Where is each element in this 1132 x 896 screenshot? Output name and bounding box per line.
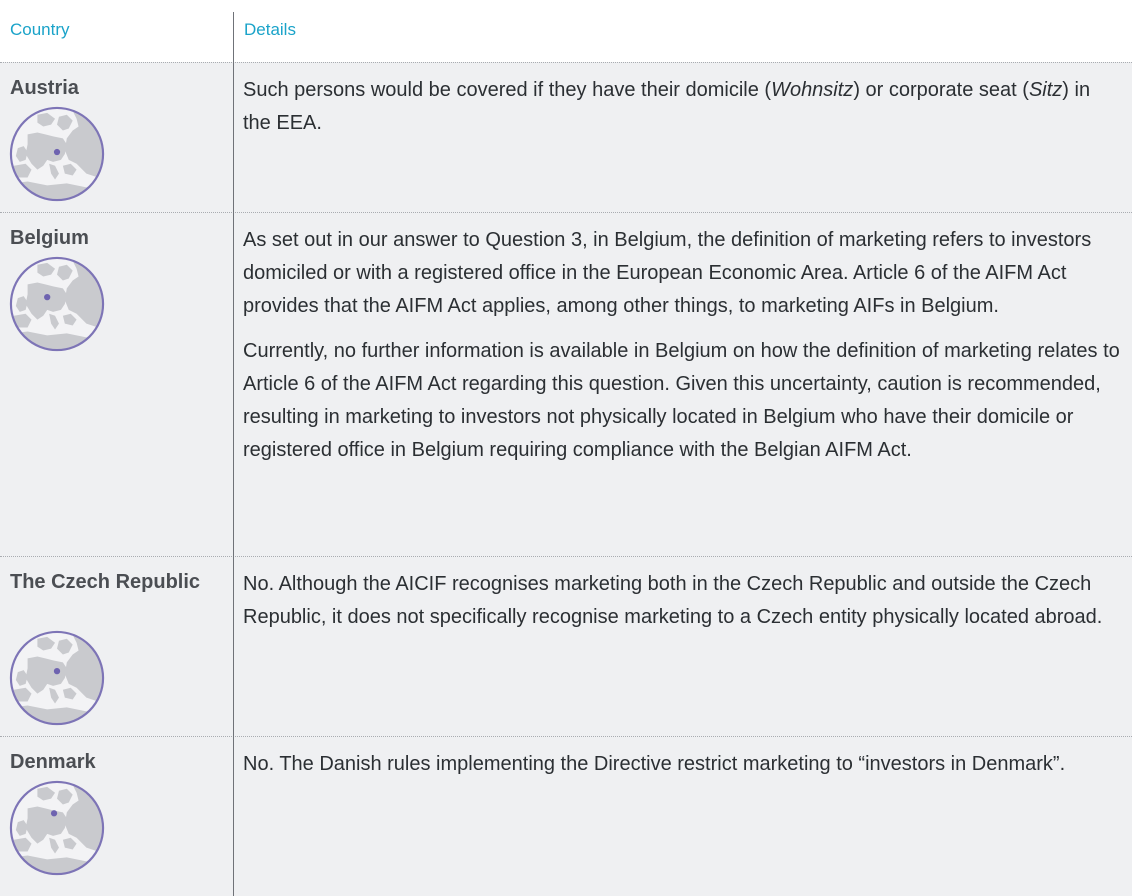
table-row-czech-republic: The Czech Republic No. Although the AICI… (0, 556, 1132, 736)
location-marker (53, 668, 61, 675)
table-header: Country Details (0, 0, 1132, 62)
country-name: Austria (10, 77, 79, 99)
location-marker (50, 810, 58, 817)
country-name: Belgium (10, 227, 89, 249)
details-paragraph: As set out in our answer to Question 3, … (243, 229, 1092, 317)
column-header-details: Details (244, 20, 296, 39)
details-cell: Such persons would be covered if they ha… (243, 74, 1123, 152)
details-cell: No. The Danish rules implementing the Di… (243, 748, 1123, 793)
table-row-belgium: Belgium As set out in our answer to Ques… (0, 212, 1132, 556)
details-cell: No. Although the AICIF recognises market… (243, 568, 1123, 646)
country-name: The Czech Republic (10, 571, 201, 593)
europe-globe-icon (8, 779, 106, 877)
column-divider (233, 12, 234, 896)
table-row-austria: Austria Such persons would be covered if… (0, 62, 1132, 212)
details-cell: As set out in our answer to Question 3, … (243, 224, 1123, 479)
details-paragraph: No. The Danish rules implementing the Di… (243, 753, 1066, 775)
europe-globe-icon (8, 629, 106, 727)
europe-globe-icon (8, 255, 106, 353)
location-marker (53, 148, 61, 156)
country-name: Denmark (10, 751, 96, 773)
location-marker (44, 294, 51, 301)
column-header-country: Country (10, 20, 70, 39)
details-paragraph: No. Although the AICIF recognises market… (243, 573, 1103, 628)
table-row-denmark: Denmark No. The Danish rules implementin… (0, 736, 1132, 896)
details-paragraph: Currently, no further information is ava… (243, 340, 1120, 461)
europe-globe-icon (8, 105, 106, 203)
details-paragraph: Such persons would be covered if they ha… (243, 79, 1091, 134)
